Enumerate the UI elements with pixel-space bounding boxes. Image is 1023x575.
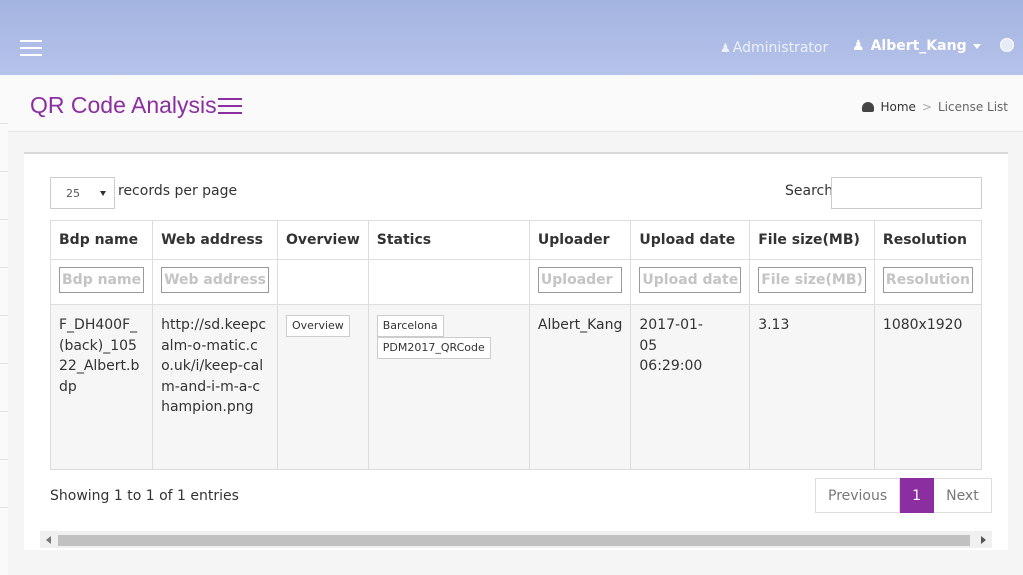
page-length-value: 25 [66, 187, 80, 200]
filter-file-size[interactable]: File size(MB) [758, 267, 866, 293]
user-menu[interactable]: ♟ Albert_Kang [852, 38, 981, 54]
role-link[interactable]: ♟ Administrator [720, 40, 828, 56]
menu-icon[interactable] [218, 98, 242, 116]
license-table: Bdp name Web address Overview Statics Up… [49, 220, 983, 470]
filter-empty-cell [276, 259, 369, 305]
header-row: Bdp name Web address Overview Statics Up… [49, 220, 983, 260]
table-row: F_DH400F_(back)_10522_Albert.bdp http://… [49, 304, 983, 470]
user-icon: ♟ [852, 38, 865, 54]
sidebar-edge [0, 75, 8, 575]
breadcrumb-current: License List [937, 100, 1008, 114]
statics-tag[interactable]: PDM2017_QRCode [376, 337, 491, 359]
next-button[interactable]: Next [934, 478, 992, 513]
scroll-right-icon[interactable] [981, 536, 986, 544]
user-name: Albert_Kang [870, 38, 967, 54]
filter-bdp-name[interactable]: Bdp name [59, 267, 145, 293]
cell-upload-date: 2017-01-05 06:29:00 [630, 304, 751, 470]
dashboard-icon [862, 102, 875, 112]
scrollbar-thumb[interactable] [58, 535, 970, 546]
col-header-overview[interactable]: Overview [276, 220, 369, 260]
cell-overview: Overview [276, 304, 369, 470]
col-header-upload-date[interactable]: Upload date [630, 220, 751, 260]
sidebar-toggle-icon[interactable] [20, 40, 42, 56]
page-length-label: records per page [118, 183, 238, 199]
license-list-panel: 25 records per page Search: Bdp name Web… [24, 152, 1008, 550]
top-navbar: ♟ Administrator ♟ Albert_Kang [0, 0, 1023, 75]
cell-web-address: http://sd.keepcalm-o-matic.co.uk/i/keep-… [152, 304, 278, 470]
search-label: Search: [785, 183, 838, 199]
filter-upload-date[interactable]: Upload date [639, 267, 742, 293]
filter-web-address[interactable]: Web address [161, 267, 269, 293]
col-header-resolution[interactable]: Resolution [873, 220, 983, 260]
cell-resolution: 1080x1920 [873, 304, 983, 470]
cell-statics: Barcelona PDM2017_QRCode [367, 304, 530, 470]
cell-uploader: Albert_Kang [528, 304, 632, 470]
col-header-uploader[interactable]: Uploader [528, 220, 632, 260]
pagination: Previous 1 Next [815, 478, 992, 513]
breadcrumb-home[interactable]: Home [880, 100, 915, 114]
table-info: Showing 1 to 1 of 1 entries [50, 488, 239, 504]
filter-row: Bdp name Web address Uploader Upload dat… [49, 259, 983, 305]
role-label: Administrator [732, 40, 829, 56]
horizontal-scrollbar[interactable] [40, 531, 992, 548]
col-header-bdp-name[interactable]: Bdp name [49, 220, 154, 260]
cell-file-size: 3.13 [749, 304, 875, 470]
search-input[interactable] [831, 177, 982, 209]
page-length-select[interactable]: 25 [50, 177, 115, 209]
user-group-icon: ♟ [720, 41, 731, 55]
filter-empty-cell [367, 259, 530, 305]
globe-icon[interactable] [1000, 38, 1014, 52]
dropdown-arrow-icon [100, 191, 106, 196]
col-header-file-size[interactable]: File size(MB) [749, 220, 875, 260]
cell-bdp-name: F_DH400F_(back)_10522_Albert.bdp [49, 304, 154, 470]
filter-uploader[interactable]: Uploader [537, 267, 623, 293]
previous-button[interactable]: Previous [815, 478, 901, 513]
scroll-left-icon[interactable] [46, 536, 51, 544]
page-title: QR Code Analysis [30, 92, 217, 118]
col-header-web-address[interactable]: Web address [152, 220, 278, 260]
breadcrumb: Home > License List [862, 100, 1008, 114]
statics-tag[interactable]: Barcelona [376, 315, 444, 337]
chevron-down-icon [972, 43, 981, 49]
page-header: QR Code Analysis Home > License List [8, 75, 1023, 132]
overview-button[interactable]: Overview [285, 315, 350, 337]
filter-resolution[interactable]: Resolution [882, 267, 973, 293]
page-1-button[interactable]: 1 [900, 478, 935, 513]
col-header-statics[interactable]: Statics [367, 220, 530, 260]
